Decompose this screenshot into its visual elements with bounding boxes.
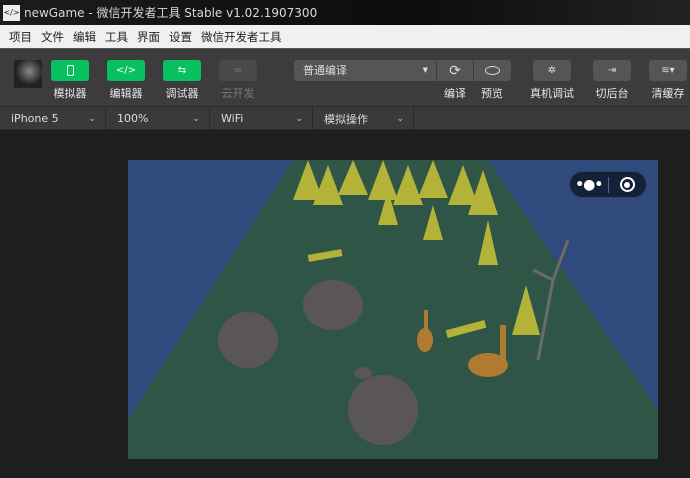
- layers-icon: ≋▾: [661, 65, 675, 76]
- menu-settings[interactable]: 设置: [169, 29, 192, 45]
- eye-icon: [485, 66, 500, 75]
- bug-icon: ✲: [547, 65, 557, 76]
- device-select[interactable]: iPhone 5 ⌄: [0, 107, 106, 130]
- simulator-label: 模拟器: [53, 87, 87, 100]
- debugger-label: 调试器: [165, 87, 199, 100]
- clear-cache-button[interactable]: ≋▾: [649, 60, 687, 81]
- phone-icon: [66, 65, 74, 76]
- device-value: iPhone 5: [11, 112, 59, 125]
- debugger-button[interactable]: ⇆: [163, 60, 201, 81]
- link-icon: ∞: [233, 65, 243, 76]
- caret-down-icon: ▼: [422, 66, 428, 74]
- game-scene: [128, 160, 658, 459]
- preview-label: 预览: [481, 87, 503, 100]
- editor-label: 编辑器: [109, 87, 143, 100]
- zoom-value: 100%: [117, 112, 149, 125]
- compile-mode-select[interactable]: 普通编译 ▼: [294, 60, 436, 81]
- simulator-button[interactable]: [51, 60, 89, 81]
- game-canvas[interactable]: [128, 160, 658, 459]
- chevron-down-icon: ⌄: [396, 113, 404, 124]
- menu-project[interactable]: 项目: [9, 29, 32, 45]
- more-dots-icon: •●•: [575, 176, 603, 193]
- code-icon: </>: [115, 65, 137, 76]
- avatar[interactable]: [14, 60, 42, 88]
- chevron-down-icon: ⌄: [192, 113, 200, 124]
- operation-value: 模拟操作: [324, 112, 368, 126]
- exit-icon: ⇥: [607, 65, 617, 76]
- compile-mode-value: 普通编译: [303, 64, 347, 77]
- sliders-icon: ⇆: [177, 65, 187, 76]
- cloud-button[interactable]: ∞: [219, 60, 257, 81]
- title-bar: </> newGame - 微信开发者工具 Stable v1.02.19073…: [0, 0, 690, 25]
- network-value: WiFi: [221, 112, 244, 125]
- more-button[interactable]: •●•: [570, 177, 608, 193]
- menu-view[interactable]: 界面: [137, 29, 160, 45]
- zoom-select[interactable]: 100% ⌄: [106, 107, 210, 130]
- background-button[interactable]: ⇥: [593, 60, 631, 81]
- editor-button[interactable]: </>: [107, 60, 145, 81]
- refresh-icon: ⟳: [449, 62, 461, 79]
- menu-edit[interactable]: 编辑: [73, 29, 96, 45]
- menu-tools[interactable]: 工具: [105, 29, 128, 45]
- network-select[interactable]: WiFi ⌄: [210, 107, 313, 130]
- menu-bar: 项目 文件 编辑 工具 界面 设置 微信开发者工具: [0, 25, 690, 49]
- operation-select[interactable]: 模拟操作 ⌄: [313, 107, 414, 130]
- remote-debug-button[interactable]: ✲: [533, 60, 571, 81]
- compile-button[interactable]: ⟳: [437, 60, 473, 81]
- cloud-label: 云开发: [221, 87, 255, 100]
- close-button[interactable]: [608, 177, 646, 192]
- background-label: 切后台: [595, 87, 629, 100]
- preview-button[interactable]: [474, 60, 511, 81]
- menu-wechat-devtools[interactable]: 微信开发者工具: [201, 29, 282, 45]
- chevron-down-icon: ⌄: [295, 113, 303, 124]
- clear-cache-label: 清缓存: [651, 87, 685, 100]
- remote-debug-label: 真机调试: [530, 87, 574, 100]
- device-bar: iPhone 5 ⌄ 100% ⌄ WiFi ⌄ 模拟操作 ⌄: [0, 106, 690, 130]
- capsule-menu: •●•: [569, 171, 647, 198]
- menu-file[interactable]: 文件: [41, 29, 64, 45]
- app-icon: </>: [3, 4, 20, 21]
- window-title: newGame - 微信开发者工具 Stable v1.02.1907300: [24, 6, 318, 20]
- toolbar: 模拟器 </> 编辑器 ⇆ 调试器 ∞ 云开发 普通编译 ▼ ⟳ 编译 预览 ✲ …: [0, 49, 690, 106]
- target-icon: [619, 177, 635, 192]
- chevron-down-icon: ⌄: [88, 113, 96, 124]
